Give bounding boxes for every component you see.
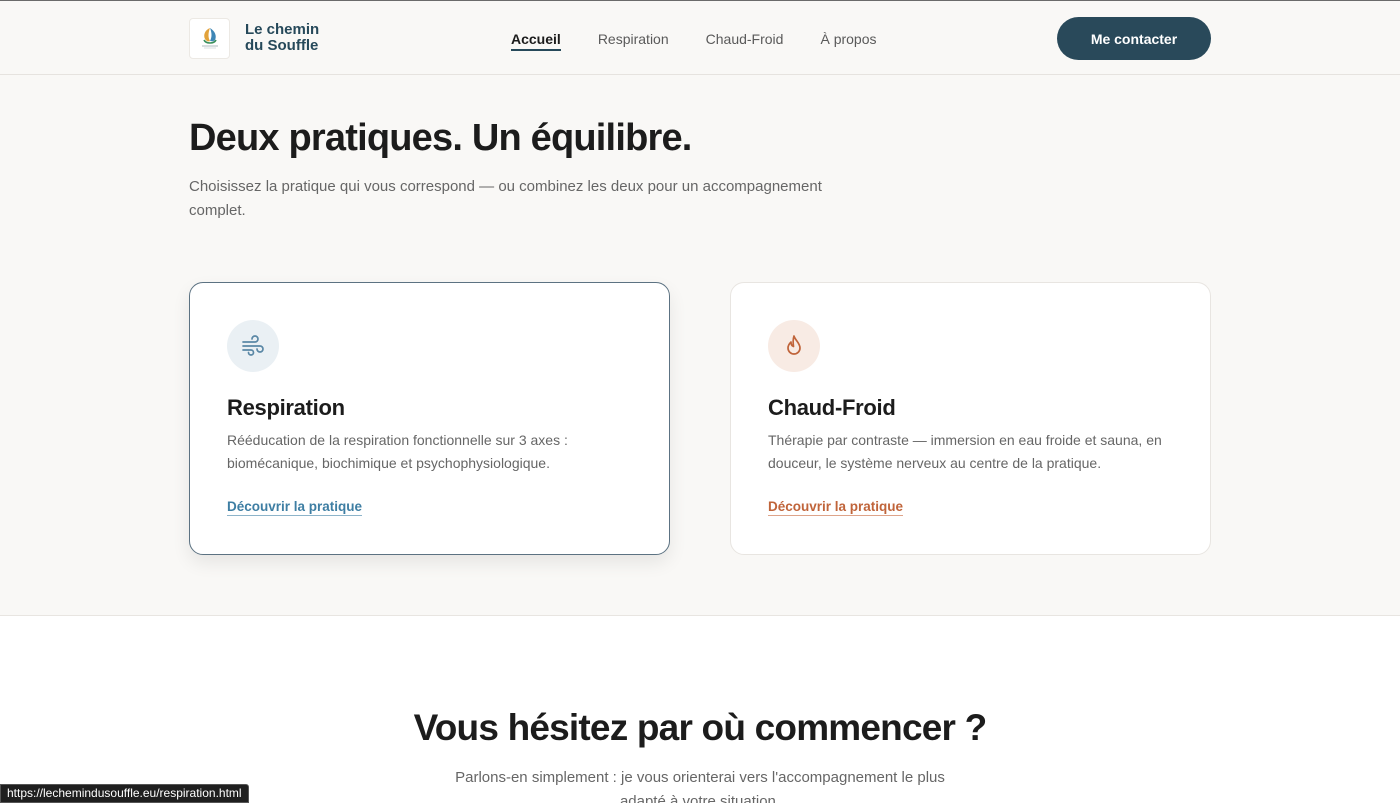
practice-card-respiration[interactable]: Respiration Rééducation de la respiratio… (189, 282, 670, 555)
flame-icon (768, 320, 820, 372)
wind-icon (227, 320, 279, 372)
nav-item-accueil[interactable]: Accueil (511, 31, 561, 51)
link-preview-statusbar: https://lechemindusouffle.eu/respiration… (0, 784, 249, 803)
discover-respiration-link[interactable]: Découvrir la pratique (227, 499, 363, 516)
card-title: Chaud-Froid (768, 395, 896, 420)
logo-emblem-icon (201, 27, 218, 48)
nav-item-chaud-froid[interactable]: Chaud-Froid (706, 31, 784, 51)
nav-item-respiration[interactable]: Respiration (598, 31, 669, 51)
card-description: Thérapie par contraste — immersion en ea… (768, 432, 1162, 471)
main-nav: Accueil Respiration Chaud-Froid À propos (511, 31, 914, 51)
brand-name[interactable]: Le chemin du Souffle (245, 22, 355, 54)
practices-lead: Choisissez la pratique qui vous correspo… (189, 178, 822, 219)
hesitate-lead: Parlons-en simplement : je vous orienter… (455, 769, 945, 803)
brand-name-line2: du Souffle (245, 37, 319, 54)
hesitate-section: Vous hésitez par où commencer ? Parlons-… (0, 615, 1400, 803)
site-header: Le chemin du Souffle Accueil Respiration… (0, 1, 1400, 75)
practices-title: Deux pratiques. Un équilibre. (189, 117, 692, 159)
hesitate-title: Vous hésitez par où commencer ? (413, 707, 988, 748)
practice-card-chaud-froid[interactable]: Chaud-Froid Thérapie par contraste — imm… (730, 282, 1211, 555)
site-logo[interactable] (189, 18, 230, 59)
nav-item-a-propos[interactable]: À propos (820, 31, 876, 51)
card-title: Respiration (227, 395, 345, 420)
brand-name-line1: Le chemin (245, 21, 320, 38)
card-description: Rééducation de la respiration fonctionne… (227, 432, 568, 471)
contact-button[interactable]: Me contacter (1057, 17, 1211, 60)
discover-chaud-froid-link[interactable]: Découvrir la pratique (768, 499, 904, 516)
